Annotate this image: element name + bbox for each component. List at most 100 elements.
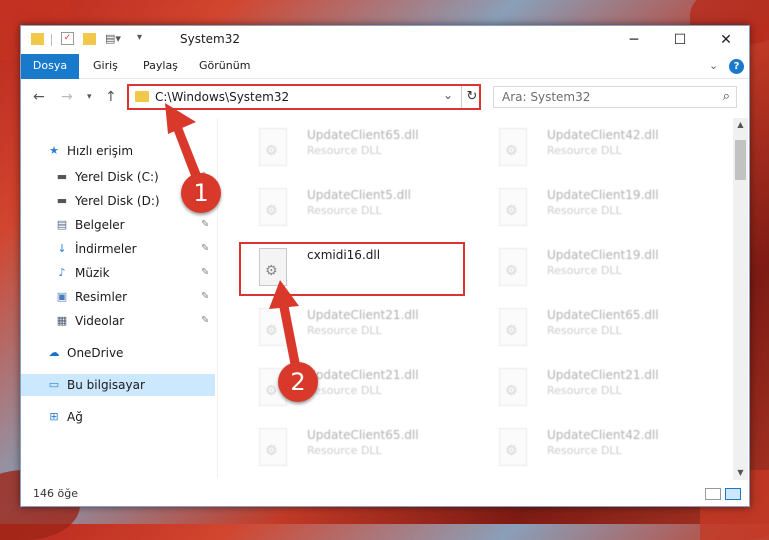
status-bar: 146 öğe [21, 482, 749, 506]
large-icons-view-icon[interactable] [725, 488, 741, 500]
file-list: ⚙ UpdateClient65.dll Resource DLL ⚙ UpdateCl… [221, 118, 733, 480]
documents-icon: ▤ [56, 218, 68, 231]
recent-locations-icon[interactable]: ▾ [87, 92, 92, 102]
search-icon[interactable]: ⌕ [723, 89, 730, 104]
file-item[interactable]: ⚙ UpdateClient21.dll Resource DLL [481, 364, 701, 414]
sidebar-item-label: Videolar [75, 314, 125, 328]
sidebar-item-label: Ağ [67, 410, 83, 424]
properties-icon[interactable]: ✓ [61, 32, 74, 45]
dll-file-icon: ⚙ [259, 128, 287, 166]
sidebar-item-label: Yerel Disk (D:) [75, 194, 160, 208]
new-folder-icon[interactable] [83, 33, 96, 45]
file-name: UpdateClient65.dll [547, 308, 659, 322]
close-button[interactable]: ✕ [703, 26, 749, 54]
file-type: Resource DLL [547, 324, 622, 337]
file-type: Resource DLL [307, 444, 382, 457]
pictures-icon: ▣ [56, 290, 68, 303]
search-input[interactable]: Ara: System32 ⌕ [493, 86, 737, 108]
gear-icon: ⚙ [505, 143, 518, 159]
gear-icon: ⚙ [505, 383, 518, 399]
file-type: Resource DLL [547, 444, 622, 457]
sidebar-item[interactable]: ⊞ Ağ [21, 406, 215, 428]
dll-file-icon: ⚙ [499, 188, 527, 226]
file-item[interactable]: ⚙ UpdateClient5.dll Resource DLL [241, 184, 461, 234]
file-item[interactable]: ⚙ UpdateClient19.dll Resource DLL [481, 244, 701, 294]
scroll-down-icon[interactable]: ▼ [733, 468, 748, 477]
sidebar-item[interactable]: ▤ Belgeler ✎ [21, 214, 215, 236]
sidebar-item-label: Yerel Disk (C:) [75, 170, 159, 184]
up-arrow-icon[interactable]: ↑ [105, 89, 117, 105]
dll-file-icon: ⚙ [259, 428, 287, 466]
pin-icon[interactable]: ✎ [201, 262, 209, 284]
ribbon-collapse-button[interactable]: ⌄ [709, 54, 718, 78]
pin-icon[interactable]: ✎ [201, 286, 209, 308]
pane-divider[interactable] [217, 118, 218, 478]
file-item[interactable]: ⚙ UpdateClient42.dll Resource DLL [481, 124, 701, 174]
file-item[interactable]: ⚙ UpdateClient21.dll Resource DLL [241, 304, 461, 354]
sidebar-item-label: Belgeler [75, 218, 125, 232]
ribbon-tabs: Dosya Giriş Paylaş Görünüm ⌄ ? [21, 54, 749, 104]
vertical-scrollbar[interactable]: ▲ ▼ [733, 118, 748, 480]
step-2-badge: 2 [278, 362, 318, 402]
file-item[interactable]: ⚙ UpdateClient19.dll Resource DLL [481, 184, 701, 234]
sidebar-item[interactable]: ▣ Resimler ✎ [21, 286, 215, 308]
file-type: Resource DLL [547, 264, 622, 277]
music-icon: ♪ [58, 266, 66, 279]
pin-icon[interactable]: ✎ [201, 238, 209, 260]
address-path[interactable]: C:\Windows\System32 [155, 90, 289, 104]
pin-icon[interactable]: ✎ [201, 214, 209, 236]
file-name: UpdateClient19.dll [547, 248, 659, 262]
tab-share[interactable]: Paylaş [143, 54, 178, 78]
refresh-icon[interactable]: ↻ [461, 86, 482, 108]
separator [51, 34, 52, 46]
file-type: Resource DLL [307, 324, 382, 337]
quick-access-dropdown-icon[interactable]: ▾ [137, 32, 142, 48]
sidebar-item[interactable]: ▭ Bu bilgisayar [21, 374, 215, 396]
minimize-button[interactable]: ─ [611, 26, 657, 54]
file-item[interactable]: ⚙ UpdateClient65.dll Resource DLL [481, 304, 701, 354]
window-title: System32 [180, 32, 241, 46]
file-item[interactable]: ⚙ UpdateClient21.dll Resource DLL [241, 364, 461, 414]
navigation-bar: ← → ▾ ↑ C:\Windows\System32 ⌄ ↻ Ara: Sys… [21, 79, 749, 115]
file-name: UpdateClient21.dll [307, 368, 419, 382]
dll-file-icon: ⚙ [259, 308, 287, 346]
file-name: UpdateClient21.dll [547, 368, 659, 382]
file-type: Resource DLL [547, 204, 622, 217]
scroll-up-icon[interactable]: ▲ [733, 120, 748, 129]
file-type: Resource DLL [547, 384, 622, 397]
folder-icon [135, 91, 149, 102]
file-type: Resource DLL [307, 144, 382, 157]
gear-icon: ⚙ [505, 323, 518, 339]
file-item[interactable]: ⚙ UpdateClient42.dll Resource DLL [481, 424, 701, 474]
sidebar-item[interactable]: ★ Hızlı erişim [21, 140, 215, 162]
file-item[interactable]: ⚙ UpdateClient65.dll Resource DLL [241, 424, 461, 474]
file-item[interactable]: ⚙ UpdateClient65.dll Resource DLL [241, 124, 461, 174]
help-button[interactable]: ? [729, 59, 744, 74]
network-icon: ⊞ [49, 410, 59, 423]
cloud-icon: ☁ [48, 346, 60, 359]
pin-icon[interactable]: ✎ [201, 310, 209, 332]
dll-file-icon: ⚙ [499, 308, 527, 346]
sidebar-item[interactable]: ♪ Müzik ✎ [21, 262, 215, 284]
download-icon: ↓ [57, 242, 67, 255]
navigation-pane: ★ Hızlı erişim ▬ Yerel Disk (C:) ✎ ▬ Yerel Dis… [21, 118, 215, 478]
tab-home[interactable]: Giriş [93, 54, 118, 78]
forward-arrow-icon[interactable]: → [61, 89, 73, 105]
back-arrow-icon[interactable]: ← [33, 89, 45, 105]
file-name: UpdateClient42.dll [547, 428, 659, 442]
details-view-icon[interactable] [705, 488, 721, 500]
sidebar-item[interactable]: ↓ İndirmeler ✎ [21, 238, 215, 260]
drive-icon: ▬ [56, 170, 68, 183]
gear-icon: ⚙ [505, 203, 518, 219]
sidebar-item[interactable]: ▦ Videolar ✎ [21, 310, 215, 332]
sidebar-item[interactable]: ☁ OneDrive [21, 342, 215, 364]
maximize-button[interactable]: ☐ [657, 26, 703, 54]
address-dropdown-icon[interactable]: ⌄ [443, 88, 453, 102]
tab-view[interactable]: Görünüm [199, 54, 250, 78]
folder-icon [31, 33, 44, 45]
address-bar[interactable]: C:\Windows\System32 ⌄ ↻ [127, 84, 481, 110]
sidebar-item-label: OneDrive [67, 346, 124, 360]
customize-toolbar-icon[interactable]: ▤▾ [105, 32, 121, 48]
file-type: Resource DLL [307, 384, 382, 397]
scrollbar-thumb[interactable] [735, 140, 746, 180]
